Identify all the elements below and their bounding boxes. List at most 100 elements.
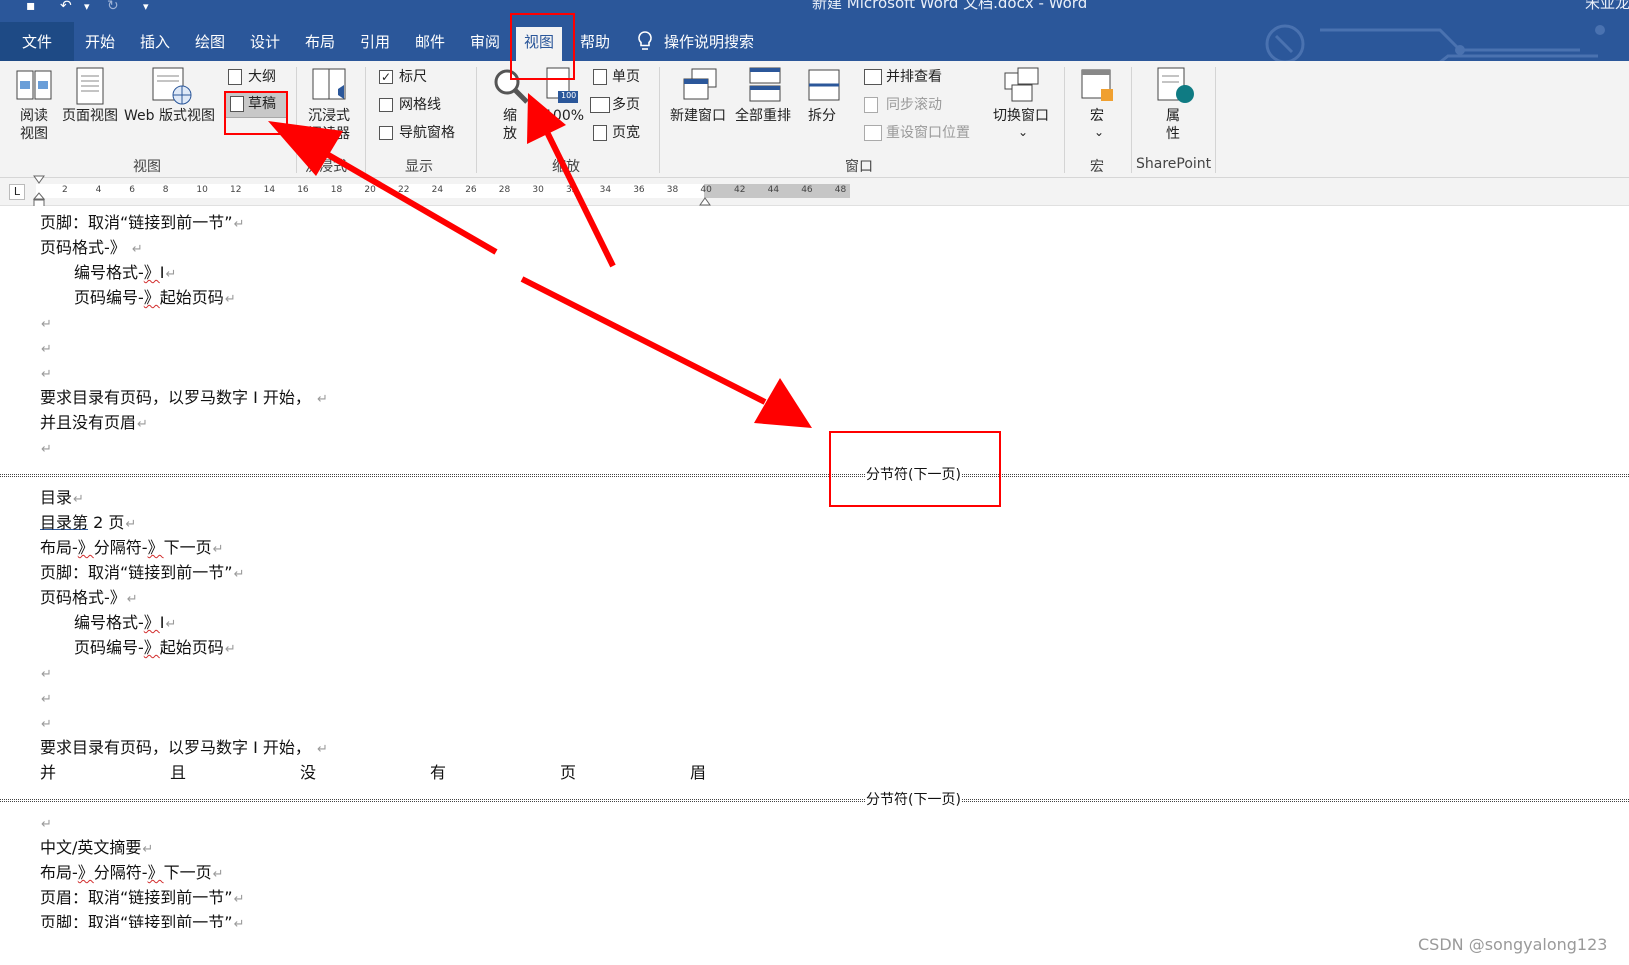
doc-line[interactable]: ↵ [40, 437, 52, 459]
doc-line[interactable]: 页脚：取消“链接到前一节”↵ [40, 212, 245, 234]
doc-line[interactable]: ↵ [40, 712, 52, 734]
doc-line[interactable]: 要求目录有页码，以罗马数字 I 开始， ↵ [40, 387, 328, 409]
user-name[interactable]: 宋亚龙 [1585, 0, 1629, 13]
nav-pane-label[interactable]: 导航窗格 [399, 124, 455, 142]
tab-home[interactable]: 开始 [85, 28, 115, 56]
properties-label-1[interactable]: 属 [1166, 107, 1180, 125]
doc-line[interactable]: ↵ [40, 662, 52, 684]
nav-pane-checkbox[interactable] [379, 126, 393, 140]
section-break[interactable] [0, 474, 1629, 477]
multiple-pages-icon[interactable] [590, 97, 610, 113]
doc-line[interactable]: ↵ [40, 312, 52, 334]
macros-icon[interactable] [1081, 69, 1115, 103]
tab-draw[interactable]: 绘图 [195, 28, 225, 56]
macros-dropdown-icon[interactable]: ⌄ [1094, 123, 1104, 141]
web-layout-button[interactable]: Web 版式视图 [124, 107, 215, 125]
page-width-icon[interactable] [593, 125, 607, 141]
tab-view[interactable]: 视图 [516, 27, 563, 61]
doc-line[interactable]: 布局-》分隔符-》下一页↵ [40, 862, 224, 884]
print-layout-icon[interactable] [76, 67, 104, 105]
switch-windows-icon[interactable] [1004, 67, 1040, 103]
gridlines-label[interactable]: 网格线 [399, 96, 441, 114]
ruler-checkbox[interactable]: ✓ [379, 70, 393, 84]
ruler-label[interactable]: 标尺 [399, 68, 427, 86]
doc-line[interactable]: 目录↵ [40, 487, 84, 509]
immersive-reader-label-2[interactable]: 阅读器 [308, 125, 350, 143]
doc-line[interactable]: ↵ [40, 337, 52, 359]
arrange-all-button[interactable]: 全部重排 [735, 107, 791, 125]
hundred-percent-button[interactable]: 100% [544, 107, 584, 125]
doc-line[interactable]: 中文/英文摘要↵ [40, 837, 153, 859]
tab-layout[interactable]: 布局 [305, 28, 335, 56]
doc-line[interactable]: 并 且 没 有 页 眉 [40, 762, 740, 784]
view-side-by-side-icon[interactable] [864, 69, 882, 85]
read-mode-label-1[interactable]: 阅读 [20, 107, 48, 125]
page-width-button[interactable]: 页宽 [612, 124, 640, 142]
new-window-button[interactable]: 新建窗口 [670, 107, 726, 125]
immersive-reader-icon[interactable] [312, 67, 350, 105]
reset-window-position-icon[interactable] [864, 125, 882, 141]
draft-icon[interactable] [230, 96, 244, 112]
doc-line[interactable]: 布局-》分隔符-》下一页↵ [40, 537, 224, 559]
tab-file[interactable]: 文件 [0, 22, 74, 61]
tab-insert[interactable]: 插入 [140, 28, 170, 56]
tell-me-search[interactable]: 操作说明搜索 [664, 28, 754, 56]
doc-line[interactable]: 并且没有页眉↵ [40, 412, 148, 434]
outline-button[interactable]: 大纲 [248, 68, 276, 86]
doc-line[interactable]: 页脚：取消“链接到前一节”↵ [40, 912, 245, 928]
view-side-by-side-button[interactable]: 并排查看 [886, 68, 942, 86]
horizontal-ruler[interactable]: L 2 4 6 8 10 12 14 16 18 20 22 24 26 28 30 32 34 36 38 40 42… [0, 175, 1629, 209]
new-window-icon[interactable] [682, 67, 718, 103]
doc-line[interactable]: ↵ [40, 362, 52, 384]
doc-line[interactable]: 编号格式-》I↵ [74, 262, 176, 284]
reset-window-position-button[interactable]: 重设窗口位置 [886, 124, 970, 142]
indent-marker-icon[interactable] [33, 175, 45, 209]
read-mode-label-2[interactable]: 视图 [20, 125, 48, 143]
immersive-reader-label-1[interactable]: 沉浸式 [308, 107, 350, 125]
doc-line[interactable]: ↵ [40, 687, 52, 709]
section-break[interactable] [0, 799, 1629, 802]
doc-line[interactable]: 要求目录有页码，以罗马数字 I 开始， ↵ [40, 737, 328, 759]
split-button[interactable]: 拆分 [808, 107, 836, 125]
sharepoint-properties-icon[interactable] [1157, 67, 1195, 105]
sync-scroll-icon[interactable] [864, 97, 878, 113]
zoom-icon[interactable] [492, 67, 530, 105]
undo-icon[interactable]: ↶ [60, 0, 72, 14]
draft-button[interactable]: 草稿 [248, 95, 276, 113]
save-icon[interactable]: ▪ [26, 0, 36, 14]
one-page-icon[interactable] [593, 69, 607, 85]
tab-help[interactable]: 帮助 [580, 28, 610, 56]
arrange-all-icon[interactable] [749, 67, 781, 103]
doc-line[interactable]: 页码格式-》↵ [40, 587, 138, 609]
doc-line[interactable]: 编号格式-》I↵ [74, 612, 176, 634]
doc-line[interactable]: 页码格式-》 ↵ [40, 237, 143, 259]
outline-icon[interactable] [228, 69, 242, 85]
tab-mailings[interactable]: 邮件 [415, 28, 445, 56]
zoom-label-2[interactable]: 放 [503, 125, 517, 143]
doc-line[interactable]: 页脚：取消“链接到前一节”↵ [40, 562, 245, 584]
redo-icon[interactable]: ↻ [107, 0, 119, 14]
one-page-button[interactable]: 单页 [612, 68, 640, 86]
customize-qat-icon[interactable]: ▾ [143, 0, 149, 13]
document-canvas[interactable]: 页脚：取消“链接到前一节”↵ 页码格式-》 ↵ 编号格式-》I↵ 页码编号-》起… [0, 206, 1629, 965]
tab-references[interactable]: 引用 [360, 28, 390, 56]
right-indent-marker-icon[interactable] [699, 186, 711, 206]
tab-selector-icon[interactable]: L [9, 184, 25, 200]
switch-windows-dropdown-icon[interactable]: ⌄ [1018, 123, 1028, 141]
tab-review[interactable]: 审阅 [470, 28, 500, 56]
multiple-pages-button[interactable]: 多页 [612, 96, 640, 114]
gridlines-checkbox[interactable] [379, 98, 393, 112]
split-icon[interactable] [808, 69, 840, 101]
doc-line[interactable]: 目录第 2 页↵ [40, 512, 136, 534]
zoom-label-1[interactable]: 缩 [503, 107, 517, 125]
doc-line[interactable]: ↵ [40, 812, 52, 834]
web-layout-icon[interactable] [152, 67, 192, 105]
properties-label-2[interactable]: 性 [1166, 125, 1180, 143]
doc-line[interactable]: 页码编号-》起始页码↵ [74, 287, 236, 309]
undo-dropdown-icon[interactable]: ▾ [84, 0, 90, 13]
print-layout-button[interactable]: 页面视图 [62, 107, 118, 125]
doc-line[interactable]: 页码编号-》起始页码↵ [74, 637, 236, 659]
read-mode-icon[interactable] [16, 69, 52, 103]
doc-line[interactable]: 页眉：取消“链接到前一节”↵ [40, 887, 245, 909]
tab-design[interactable]: 设计 [250, 28, 280, 56]
